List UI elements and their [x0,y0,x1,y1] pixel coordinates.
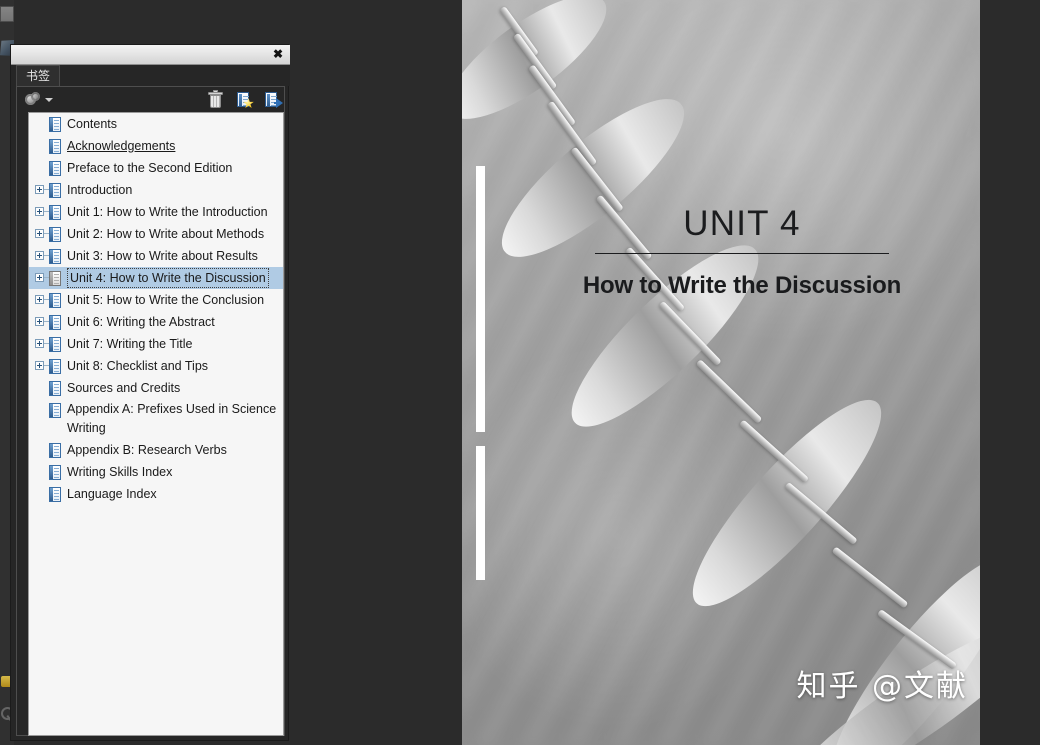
bookmark-icon [49,465,61,480]
bookmark-icon [49,337,61,352]
expand-plus-icon[interactable] [35,361,44,370]
bookmark-item-label: Preface to the Second Edition [67,161,233,175]
title-divider [595,253,889,254]
bookmark-item[interactable]: Introduction [29,179,283,201]
bookmark-item[interactable]: Unit 1: How to Write the Introduction [29,201,283,223]
expand-plus-icon[interactable] [35,207,44,216]
tab-bookmarks[interactable]: 书签 [16,65,61,86]
bookmark-icon [49,403,61,418]
options-menu-button[interactable] [25,91,55,109]
bookmark-item-label: Unit 6: Writing the Abstract [67,315,215,329]
bookmark-toolbar [17,87,284,112]
close-icon[interactable]: ✖ [270,47,286,63]
expand-plus-icon[interactable] [35,185,44,194]
bookmark-icon [49,161,61,176]
bookmark-item[interactable]: Unit 7: Writing the Title [29,333,283,355]
panel-titlebar[interactable]: ✖ [11,45,290,65]
watermark: 知乎 @文献 [796,669,968,704]
delete-bookmark-button[interactable] [207,90,225,109]
bookmark-icon [49,293,61,308]
bookmark-item[interactable]: Writing Skills Index [29,461,283,483]
unit-subtitle: How to Write the Discussion [582,272,902,299]
bookmark-icon [49,139,61,154]
expand-plus-icon[interactable] [35,273,44,282]
page-title-block: UNIT 4 How to Write the Discussion [532,204,952,300]
panel-body: Contents Acknowledgements Preface to the S… [16,86,285,736]
bookmark-item-label: Sources and Credits [67,381,181,395]
bookmark-icon [49,315,61,330]
bookmark-item-label: Unit 7: Writing the Title [67,337,193,351]
bookmark-item-label: Appendix A: Prefixes Used in Science Wri… [67,402,277,435]
bookmark-item[interactable]: Unit 5: How to Write the Conclusion [29,289,283,311]
bookmark-tree-scroll[interactable]: Contents Acknowledgements Preface to the S… [29,113,283,735]
bookmark-item-label: Unit 2: How to Write about Methods [67,227,265,241]
page-left-white-strip-lower [476,446,485,580]
bookmark-item[interactable]: Appendix B: Research Verbs [29,439,283,461]
bookmark-item[interactable]: Contents [29,113,283,135]
bookmark-item-label: Unit 4: How to Write the Discussion [67,268,269,288]
bookmark-icon [49,205,61,220]
bookmark-item-label: Unit 1: How to Write the Introduction [67,205,268,219]
bookmark-icon [49,249,61,264]
panel-tabstrip: 书签 [11,65,290,86]
bookmark-item-label: Language Index [67,487,157,501]
bookmark-icon [49,227,61,242]
bookmark-item-label: Unit 5: How to Write the Conclusion [67,293,265,307]
bookmark-item[interactable]: Unit 3: How to Write about Results [29,245,283,267]
bookmark-icon [49,271,61,286]
page-left-white-strip-upper [476,166,485,432]
pdf-viewer: UNIT 4 How to Write the Discussion 知乎 @文… [462,0,1040,745]
bookmark-item[interactable]: Acknowledgements [29,135,283,157]
bookmark-item[interactable]: Preface to the Second Edition [29,157,283,179]
unit-title: UNIT 4 [683,204,801,243]
application-window: UNIT 4 How to Write the Discussion 知乎 @文… [0,0,1040,745]
arrow-right-icon [274,98,283,108]
bookmark-icon [49,443,61,458]
bookmark-icon [49,487,61,502]
bookmark-item[interactable]: Unit 4: How to Write the Discussion [29,267,283,289]
bookmark-panel: ✖ 书签 Contents Acknowledgements Preface t… [10,44,290,741]
bookmark-tree[interactable]: Contents Acknowledgements Preface to the S… [28,112,284,736]
gear-icon [25,92,41,108]
bookmark-item-label: Unit 8: Checklist and Tips [67,359,209,373]
bookmark-icon [49,183,61,198]
bookmark-item[interactable]: Unit 2: How to Write about Methods [29,223,283,245]
pdf-page[interactable]: UNIT 4 How to Write the Discussion 知乎 @文… [462,0,980,745]
bookmark-icon [49,359,61,374]
goto-bookmark-button[interactable] [263,91,283,109]
page-thumbnail-icon[interactable] [0,6,14,22]
bookmark-icon [49,117,61,132]
chevron-down-icon [45,98,53,102]
bookmark-item[interactable]: Language Index [29,483,283,505]
bookmark-item[interactable]: Unit 8: Checklist and Tips [29,355,283,377]
expand-plus-icon[interactable] [35,229,44,238]
bookmark-item-label: Acknowledgements [67,139,176,153]
bookmark-item-label: Unit 3: How to Write about Results [67,249,258,263]
bookmark-item-label: Appendix B: Research Verbs [67,443,227,457]
bookmark-item[interactable]: Sources and Credits [29,377,283,399]
expand-plus-icon[interactable] [35,251,44,260]
new-bookmark-button[interactable] [235,91,254,109]
bookmark-item[interactable]: Unit 6: Writing the Abstract [29,311,283,333]
bookmark-item-label: Introduction [67,183,133,197]
expand-plus-icon[interactable] [35,339,44,348]
bookmark-item-label: Contents [67,117,118,131]
bookmark-item-label: Writing Skills Index [67,465,173,479]
expand-plus-icon[interactable] [35,295,44,304]
expand-plus-icon[interactable] [35,317,44,326]
bookmark-icon [49,381,61,396]
bookmark-item[interactable]: Appendix A: Prefixes Used in Science Wri… [29,399,283,439]
